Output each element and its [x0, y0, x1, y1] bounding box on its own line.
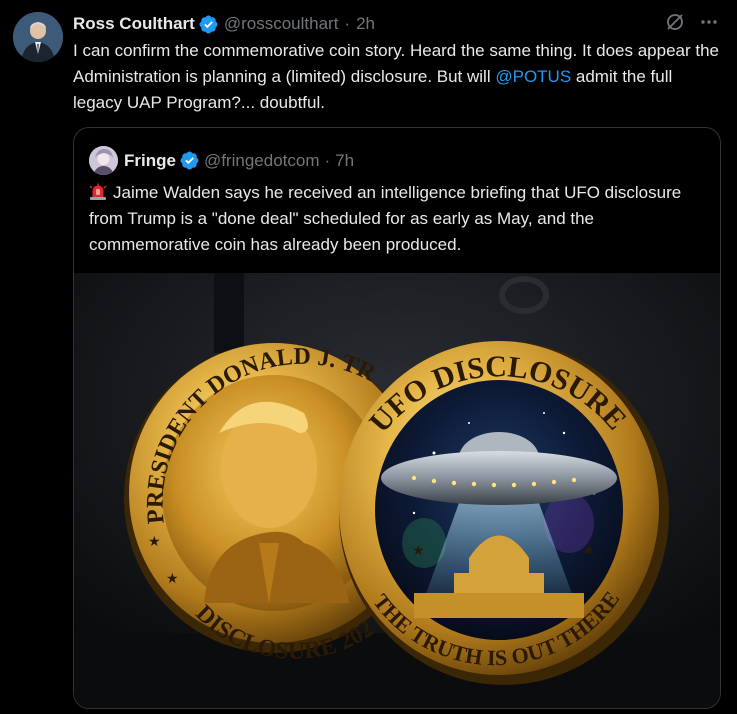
- author-handle[interactable]: @rosscoulthart: [224, 14, 339, 34]
- quoted-timestamp[interactable]: 7h: [335, 151, 354, 171]
- grok-icon[interactable]: [665, 12, 685, 32]
- author-name[interactable]: Ross Coulthart: [73, 14, 195, 34]
- quoted-author-avatar[interactable]: [89, 146, 118, 175]
- quoted-tweet-image[interactable]: PRESIDENT DONALD J. TR DISCLOSURE 202 ★ …: [74, 273, 720, 708]
- right-coin-star-icon: ★: [582, 542, 595, 558]
- police-light-icon: [89, 183, 107, 201]
- left-coin-star-icon: ★: [166, 570, 179, 586]
- right-coin-star-icon: ★: [412, 542, 425, 558]
- quoted-author-handle[interactable]: @fringedotcom: [204, 151, 320, 171]
- quoted-tweet[interactable]: Fringe @fringedotcom · 7h Jaime Walden s…: [73, 127, 721, 709]
- quoted-separator-dot: ·: [324, 150, 331, 170]
- tweet-actions: [665, 12, 719, 32]
- mention-link[interactable]: @POTUS: [495, 67, 571, 86]
- separator-dot: ·: [344, 14, 351, 33]
- verified-badge-icon: [199, 15, 218, 34]
- author-avatar[interactable]: [13, 12, 63, 62]
- tweet-header: Ross Coulthart @rosscoulthart · 2h: [73, 12, 375, 36]
- quoted-tweet-body: Jaime Walden says he received an intelli…: [89, 183, 682, 254]
- quoted-author-name[interactable]: Fringe: [124, 151, 176, 171]
- quoted-verified-badge-icon: [180, 151, 199, 170]
- quoted-tweet-text: Jaime Walden says he received an intelli…: [89, 180, 704, 258]
- quoted-tweet-header: Fringe @fringedotcom · 7h: [89, 146, 354, 175]
- left-coin-star-icon: ★: [148, 533, 161, 549]
- more-options-icon[interactable]: [699, 12, 719, 32]
- tweet-text: I can confirm the commemorative coin sto…: [73, 38, 723, 116]
- timestamp[interactable]: 2h: [356, 14, 375, 34]
